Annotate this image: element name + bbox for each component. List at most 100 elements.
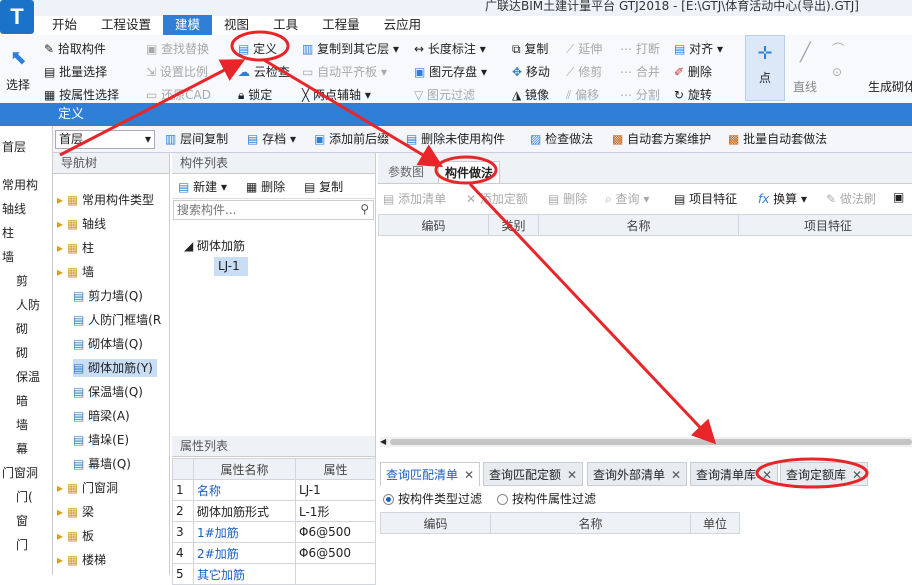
rotate-button[interactable]: ↻ 旋转 — [674, 85, 712, 105]
delete-component-button[interactable]: ▦ 删除 — [246, 178, 285, 195]
background-nav-item[interactable]: 暗 — [16, 392, 28, 409]
menu-0[interactable]: 开始 — [40, 15, 89, 35]
attribute-row[interactable]: 31#加筋Φ6@500 — [173, 522, 376, 543]
nav-item[interactable]: ▤ 剪力墙(Q) — [73, 287, 147, 305]
pick-component-button[interactable]: ✎ 拾取构件 — [44, 39, 106, 59]
cloud-check-button[interactable]: ☁ 云检查 — [238, 62, 290, 82]
attr-row-value[interactable]: Φ6@500 — [296, 522, 376, 543]
query-tab[interactable]: 查询清单库✕ — [690, 462, 778, 486]
archive-button[interactable]: ▤ 存档 ▾ — [247, 131, 296, 147]
two-point-axis-button[interactable]: ╳ 两点辅轴 ▾ — [302, 85, 371, 105]
line-button[interactable]: 直线 — [793, 77, 817, 97]
attribute-row[interactable]: 2砌体加筋形式L-1形 — [173, 501, 376, 522]
attr-row-value[interactable]: Φ6@500 — [296, 543, 376, 564]
query-tab[interactable]: 查询匹配定额✕ — [483, 462, 583, 486]
background-nav-item[interactable]: 墙 — [2, 248, 14, 265]
background-nav-item[interactable]: 柱 — [2, 224, 14, 241]
layer-copy-button[interactable]: ▥ 层间复制 — [165, 131, 228, 147]
delete-button[interactable]: ✐ 删除 — [674, 62, 712, 82]
nav-item[interactable]: ▤ 墙垛(E) — [73, 431, 133, 449]
background-nav-item[interactable]: 轴线 — [2, 200, 26, 217]
background-nav-item[interactable]: 首层 — [2, 138, 26, 155]
split-button[interactable]: ⋯ 分割 — [620, 85, 660, 105]
add-list-button[interactable]: ▤ 添加清单 — [383, 190, 446, 207]
nav-item[interactable]: ▤ 砌体加筋(Y) — [73, 359, 157, 377]
query-tab[interactable]: 查询外部清单✕ — [587, 462, 687, 486]
define-button[interactable]: ▤ 定义 — [238, 39, 277, 59]
nav-item[interactable]: ▤ 暗梁(A) — [73, 407, 134, 425]
component-search-input[interactable] — [174, 201, 349, 219]
scroll-left-icon[interactable]: ◀ — [380, 437, 386, 447]
attr-row-value[interactable] — [296, 564, 376, 585]
attribute-row[interactable]: 42#加筋Φ6@500 — [173, 543, 376, 564]
scrollbar-thumb[interactable] — [390, 439, 912, 445]
point-button[interactable]: ✛ 点 — [745, 35, 785, 101]
close-icon[interactable]: ✕ — [762, 468, 772, 482]
trim-button[interactable]: ⟋ 修剪 — [566, 62, 602, 82]
menu-2[interactable]: 建模 — [163, 15, 212, 35]
auto-level-board-button[interactable]: ▭ 自动平齐板 ▾ — [302, 62, 387, 82]
nav-item[interactable]: ▤ 砌体墙(Q) — [73, 335, 147, 353]
length-mark-button[interactable]: ↔ 长度标注 ▾ — [414, 39, 486, 59]
new-component-button[interactable]: ▤ 新建 ▾ — [178, 178, 227, 195]
menu-5[interactable]: 工程量 — [310, 15, 372, 35]
background-nav-item[interactable]: 门( — [16, 488, 33, 505]
generate-masonry-button[interactable]: 生成砌体 — [868, 77, 912, 97]
query-tab[interactable]: 查询定额库✕ — [780, 462, 868, 486]
extend-button[interactable]: ⟋ 延伸 — [566, 39, 602, 59]
background-nav-item[interactable]: 保温 — [16, 368, 40, 385]
mirror-button[interactable]: ◮ 镜像 — [512, 85, 549, 105]
method-brush-button[interactable]: ✎ 做法刷 — [826, 190, 876, 207]
tab-params[interactable]: 参数图 — [382, 161, 430, 183]
background-nav-item[interactable]: 砌 — [16, 320, 28, 337]
background-nav-item[interactable]: 剪 — [16, 272, 28, 289]
offset-button[interactable]: ⫽ 偏移 — [566, 85, 599, 105]
menu-3[interactable]: 视图 — [212, 15, 261, 35]
filter-by-attr-radio[interactable]: 按构件属性过滤 — [497, 490, 596, 507]
nav-item[interactable]: ▸ ▦ 常用构件类型 — [57, 191, 158, 209]
item-feature-button[interactable]: ▤ 项目特征 — [674, 190, 737, 207]
tab-method[interactable]: 构件做法 — [438, 161, 500, 183]
attribute-row[interactable]: 1名称LJ-1 — [173, 480, 376, 501]
floor-select[interactable]: 首层▾ — [55, 130, 155, 149]
background-nav-item[interactable]: 墙 — [16, 416, 28, 433]
attr-row-value[interactable]: L-1形 — [296, 501, 376, 522]
background-nav-item[interactable]: 窗 — [16, 512, 28, 529]
close-icon[interactable]: ✕ — [464, 468, 474, 482]
menu-6[interactable]: 云应用 — [372, 15, 434, 35]
element-filter-button[interactable]: ▽ 图元过滤 — [414, 85, 475, 105]
set-ratio-button[interactable]: ⇲ 设置比例 — [146, 62, 208, 82]
select-by-attr-button[interactable]: ▦ 按属性选择 — [44, 85, 119, 105]
select-button[interactable]: 选择 — [6, 75, 30, 95]
delete-method-button[interactable]: ▤ 删除 — [548, 190, 587, 207]
element-save-button[interactable]: ▣ 图元存盘 ▾ — [414, 62, 487, 82]
align-button[interactable]: ▤ 对齐 ▾ — [674, 39, 723, 59]
app-logo[interactable]: T — [0, 0, 34, 34]
add-prefix-button[interactable]: ▣ 添加前后缀 — [314, 131, 389, 147]
close-icon[interactable]: ✕ — [671, 468, 681, 482]
attr-row-value[interactable]: LJ-1 — [296, 480, 376, 501]
background-nav-item[interactable]: 门 — [16, 536, 28, 553]
horizontal-scrollbar[interactable]: ◀ — [380, 437, 912, 447]
query-tab[interactable]: 查询匹配清单✕ — [380, 462, 480, 486]
background-nav-item[interactable]: 幕 — [16, 440, 28, 457]
nav-item[interactable]: ▤ 幕墙(Q) — [73, 455, 135, 473]
background-nav-item[interactable]: 砌 — [16, 344, 28, 361]
batch-auto-button[interactable]: ▩ 批量自动套做法 — [728, 131, 827, 147]
auto-scheme-button[interactable]: ▩ 自动套方案维护 — [612, 131, 711, 147]
batch-select-button[interactable]: ▤ 批量选择 — [44, 62, 107, 82]
restore-cad-button[interactable]: ▭ 还原CAD — [146, 85, 211, 105]
nav-item[interactable]: ▸ ▦ 柱 — [57, 239, 98, 257]
copy-button[interactable]: ⧉ 复制 — [512, 39, 548, 59]
menu-1[interactable]: 工程设置 — [89, 15, 163, 35]
nav-item[interactable]: ▸ ▦ 轴线 — [57, 215, 110, 233]
find-replace-button[interactable]: ▣ 查找替换 — [146, 39, 209, 59]
background-nav-item[interactable]: 门窗洞 — [2, 464, 38, 481]
nav-item[interactable]: ▸ ▦ 板 — [57, 527, 98, 545]
background-nav-item[interactable]: 常用构 — [2, 176, 38, 193]
copy-to-floor-button[interactable]: ▥ 复制到其它层 ▾ — [302, 39, 399, 59]
copy-component-button[interactable]: ▤ 复制 — [304, 178, 343, 195]
nav-item[interactable]: ▸ ▦ 墙 — [57, 263, 98, 281]
nav-item[interactable]: ▸ ▦ 门窗洞 — [57, 479, 122, 497]
background-nav-item[interactable]: 人防 — [16, 296, 40, 313]
